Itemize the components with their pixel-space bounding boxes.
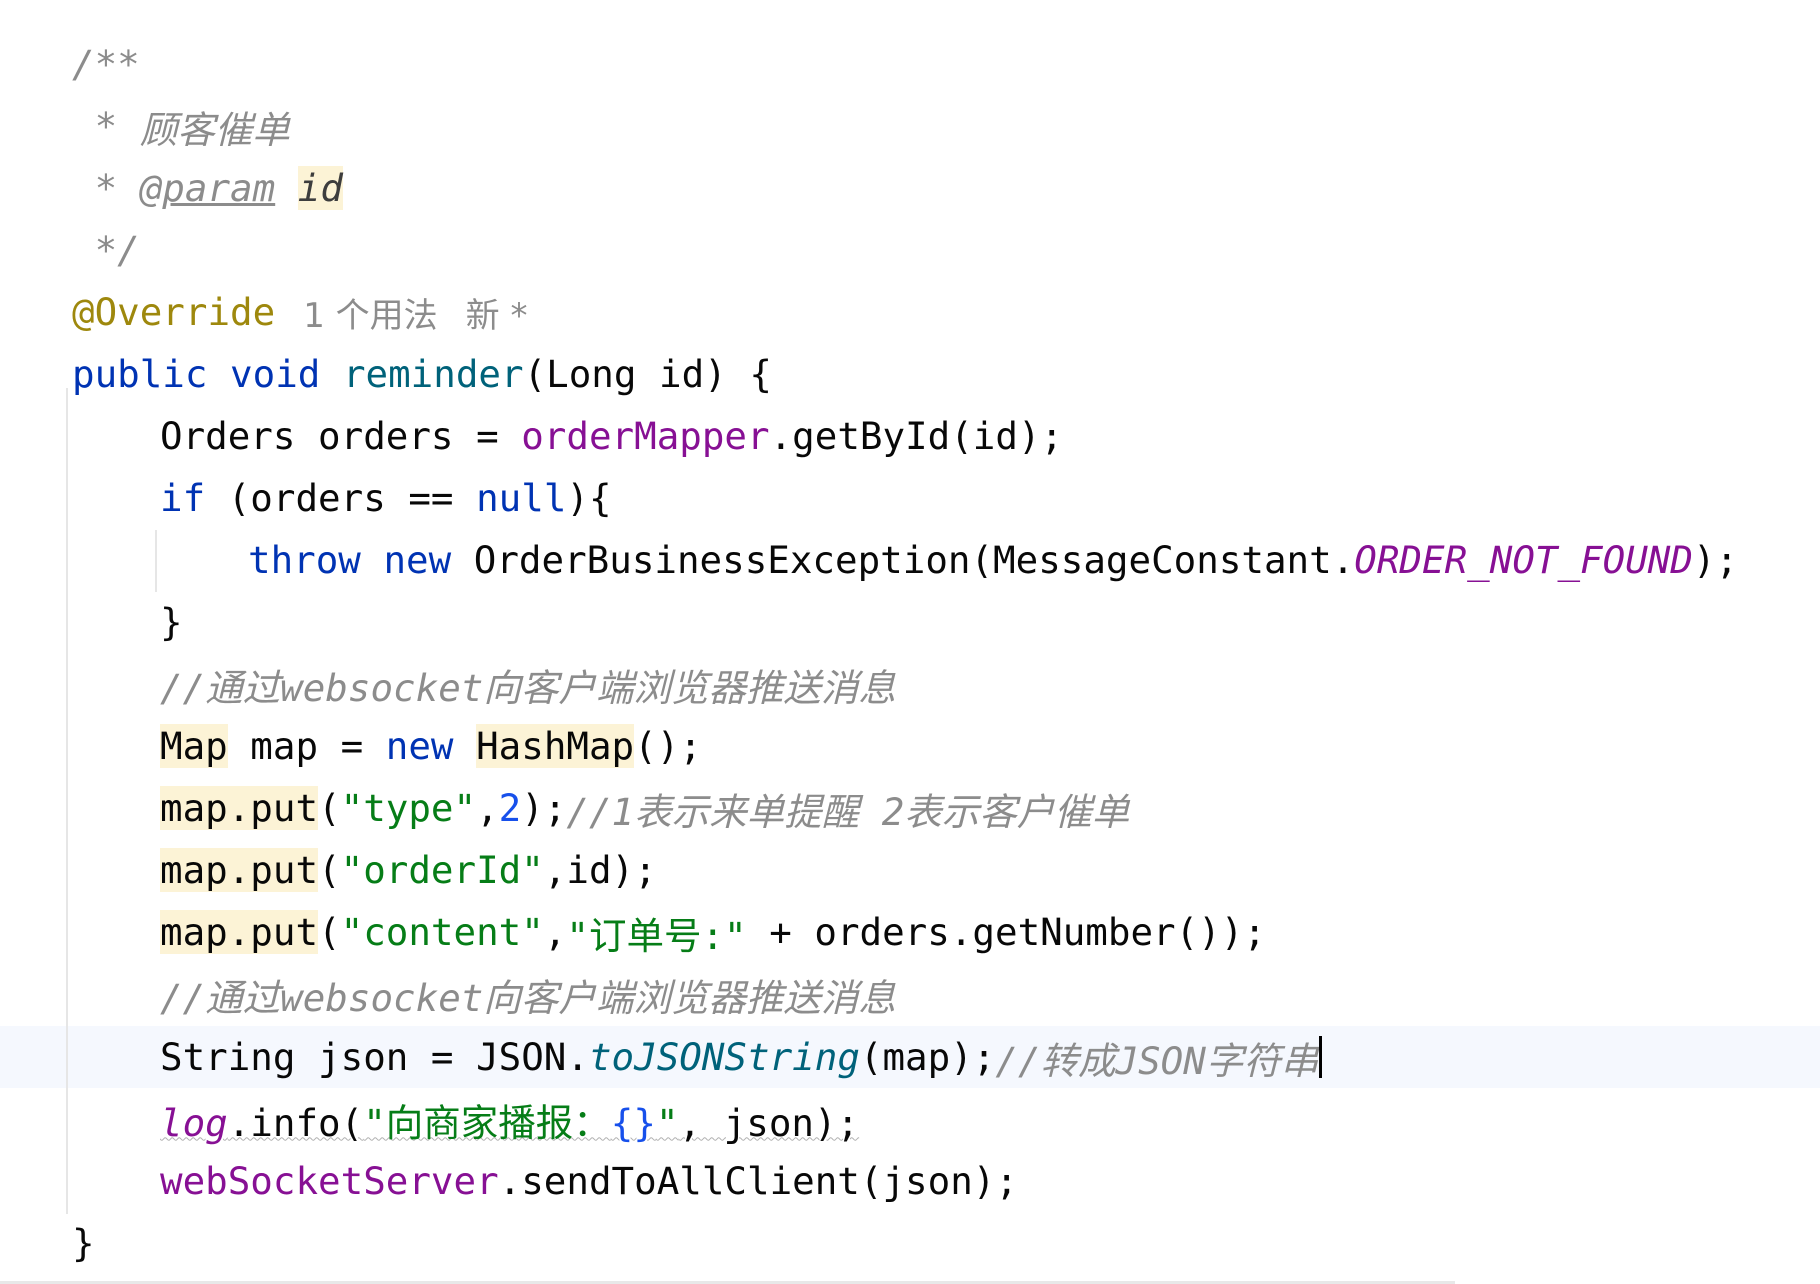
- exception-class: OrderBusinessException(MessageConstant.: [451, 538, 1355, 582]
- comment-json: //转成JSON字符串: [995, 1038, 1319, 1083]
- keyword-void: void: [230, 352, 321, 396]
- comment-websocket: //通过websocket向客户端浏览器推送消息: [160, 665, 896, 710]
- string-literal: "orderId": [340, 848, 544, 892]
- code-line-9[interactable]: throw new OrderBusinessException(Message…: [248, 529, 1738, 591]
- comment-type: //1表示来单提醒 2表示客户催单: [566, 789, 1130, 834]
- code-line-17[interactable]: String json = JSON. toJSONString (map);//转…: [160, 1026, 1323, 1088]
- override-annotation: @Override: [72, 290, 276, 334]
- indent-guide-if: [155, 530, 157, 592]
- string-literal: "向商家播报：: [363, 1100, 611, 1145]
- code-line-6[interactable]: public void reminder (Long id) {: [72, 343, 772, 405]
- code-line-18[interactable]: log.info("向商家播报：{}", json);: [160, 1088, 859, 1150]
- code-line-3[interactable]: * @param id: [72, 157, 343, 219]
- code-line-20[interactable]: }: [72, 1212, 95, 1274]
- doc-star: *: [72, 166, 140, 210]
- placeholder-braces: {}: [610, 1100, 656, 1145]
- websocket-server-field: webSocketServer: [160, 1159, 499, 1203]
- string-literal: "content": [340, 910, 544, 954]
- code-line-15[interactable]: map.put("content", "订单号:" + orders.getNum…: [160, 901, 1266, 963]
- code-line-4[interactable]: */: [72, 219, 140, 281]
- doc-param-name: id: [297, 166, 343, 210]
- send-to-all-call: .sendToAllClient(json);: [498, 1159, 1018, 1203]
- string-literal: "type": [340, 786, 477, 830]
- orders-decl: Orders orders =: [160, 414, 522, 458]
- if-tail: ){: [566, 476, 612, 520]
- keyword-public: public: [72, 352, 208, 396]
- hashmap-class: HashMap: [476, 724, 635, 768]
- code-line-16[interactable]: //通过websocket向客户端浏览器推送消息: [160, 963, 896, 1025]
- code-line-12[interactable]: Map map = new HashMap ();: [160, 715, 702, 777]
- doc-title: 顾客催单: [139, 107, 290, 152]
- code-line-11[interactable]: //通过websocket向客户端浏览器推送消息: [160, 653, 896, 715]
- order-mapper-field: orderMapper: [521, 414, 770, 458]
- code-line-14[interactable]: map.put("orderId" ,id);: [160, 839, 657, 901]
- code-line-7[interactable]: Orders orders = orderMapper .getById(id);: [160, 405, 1063, 467]
- code-line-5[interactable]: @Override 1 个用法新 *: [72, 281, 527, 343]
- string-literal: "订单号:": [566, 913, 747, 958]
- indent-guide-method: [66, 388, 68, 1214]
- code-line-1[interactable]: /**: [72, 33, 140, 95]
- hashmap-tail: ();: [634, 724, 702, 768]
- code-line-13[interactable]: map.put("type", 2);//1表示来单提醒 2表示客户催单: [160, 777, 1129, 839]
- doc-open: /**: [72, 42, 140, 86]
- new-hint[interactable]: 新 *: [466, 288, 528, 337]
- keyword-throw: throw: [248, 538, 361, 582]
- log-field: log: [160, 1100, 228, 1145]
- keyword-null: null: [476, 476, 567, 520]
- keyword-if: if: [160, 476, 206, 520]
- keyword-new: new: [385, 724, 454, 768]
- code-line-19[interactable]: webSocketServer .sendToAllClient(json);: [160, 1150, 1018, 1212]
- map-put-call: map.put: [160, 848, 319, 892]
- code-line-10[interactable]: }: [160, 591, 183, 653]
- closing-brace: }: [160, 600, 183, 644]
- to-json-string-call: toJSONString: [588, 1035, 860, 1079]
- closing-brace: }: [72, 1221, 95, 1265]
- map-decl: map =: [227, 724, 386, 768]
- comment-websocket: //通过websocket向客户端浏览器推送消息: [160, 975, 896, 1020]
- doc-param-tag: @param: [139, 166, 276, 210]
- code-editor[interactable]: /** * 顾客催单 * @param id */ @Override 1 个用法…: [0, 0, 1820, 1284]
- json-decl: String json = JSON.: [160, 1035, 589, 1079]
- order-not-found-const: ORDER_NOT_FOUND: [1354, 538, 1693, 582]
- throw-tail: );: [1692, 538, 1739, 582]
- map-type: Map: [160, 724, 228, 768]
- usage-hint[interactable]: 1 个用法: [303, 288, 437, 337]
- map-put-call: map.put: [160, 786, 319, 830]
- log-statement[interactable]: log.info("向商家播报：{}", json);: [160, 1092, 859, 1147]
- doc-close: */: [72, 228, 140, 272]
- number-literal: 2: [498, 786, 522, 830]
- code-line-2[interactable]: * 顾客催单: [72, 95, 290, 157]
- map-put-call: map.put: [160, 910, 319, 954]
- text-caret: [1319, 1036, 1323, 1078]
- method-name: reminder: [342, 352, 524, 396]
- get-by-id-call: .getById(id);: [769, 414, 1064, 458]
- doc-star: *: [72, 104, 140, 148]
- method-params: (Long id) {: [523, 352, 772, 396]
- if-condition: (orders ==: [205, 476, 477, 520]
- code-line-8[interactable]: if (orders == null){: [160, 467, 612, 529]
- keyword-new: new: [383, 538, 452, 582]
